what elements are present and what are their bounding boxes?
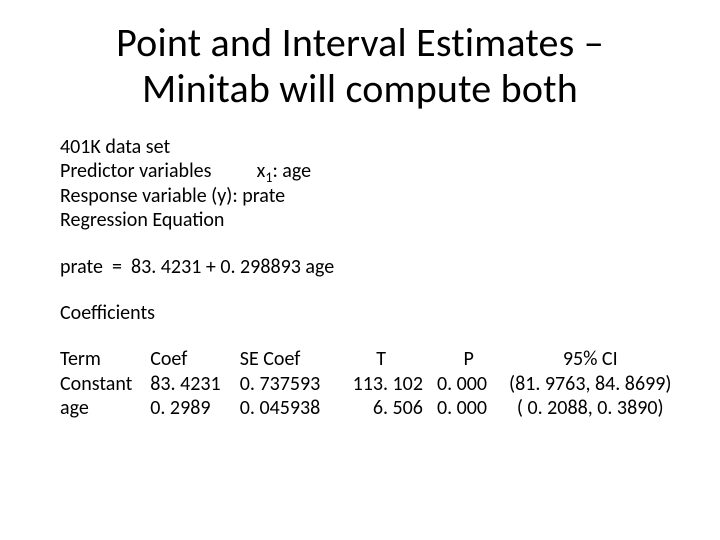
dataset-line: 401K data set xyxy=(60,135,680,159)
cell-coef: 83. 4231 xyxy=(150,372,240,396)
col-header-t: T xyxy=(339,347,437,371)
cell-coef: 0. 2989 xyxy=(150,396,240,420)
col-header-term: Term xyxy=(60,347,150,371)
regression-header: Regression Equation xyxy=(60,208,680,232)
coefficients-header: Coefficients xyxy=(60,301,680,325)
cell-se: 0. 045938 xyxy=(240,396,340,420)
title-line-2: Minitab will compute both xyxy=(142,64,578,113)
cell-t: 6. 506 xyxy=(339,396,437,420)
slide-title: Point and Interval Estimates – Minitab w… xyxy=(0,20,720,112)
col-header-coef: Coef xyxy=(150,347,240,371)
cell-term: age xyxy=(60,396,150,420)
response-line: Response variable (y): prate xyxy=(60,184,680,208)
predictor-label: Predictor variables xyxy=(60,159,211,183)
col-header-ci: 95% CI xyxy=(506,347,680,371)
regression-equation: prate = 83. 4231 + 0. 298893 age xyxy=(60,255,680,279)
predictor-line: Predictor variables x1: age xyxy=(60,159,680,183)
slide-body: 401K data set Predictor variables x1: ag… xyxy=(60,135,680,421)
col-header-se: SE Coef xyxy=(240,347,340,371)
slide: Point and Interval Estimates – Minitab w… xyxy=(0,0,720,540)
table-header-row: Term Coef SE Coef T P 95% CI xyxy=(60,347,680,371)
cell-p: 0. 000 xyxy=(437,372,506,396)
coefficients-table: Term Coef SE Coef T P 95% CI Constant 83… xyxy=(60,347,680,420)
predictor-var-desc: : age xyxy=(272,159,311,183)
table-row: age 0. 2989 0. 045938 6. 506 0. 000 ( 0.… xyxy=(60,396,680,420)
cell-ci: (81. 9763, 84. 8699) xyxy=(506,372,680,396)
col-header-p: P xyxy=(437,347,506,371)
cell-t: 113. 102 xyxy=(339,372,437,396)
cell-ci: ( 0. 2088, 0. 3890) xyxy=(506,396,680,420)
table-row: Constant 83. 4231 0. 737593 113. 102 0. … xyxy=(60,372,680,396)
cell-p: 0. 000 xyxy=(437,396,506,420)
cell-term: Constant xyxy=(60,372,150,396)
cell-se: 0. 737593 xyxy=(240,372,340,396)
title-line-1: Point and Interval Estimates – xyxy=(116,18,604,67)
